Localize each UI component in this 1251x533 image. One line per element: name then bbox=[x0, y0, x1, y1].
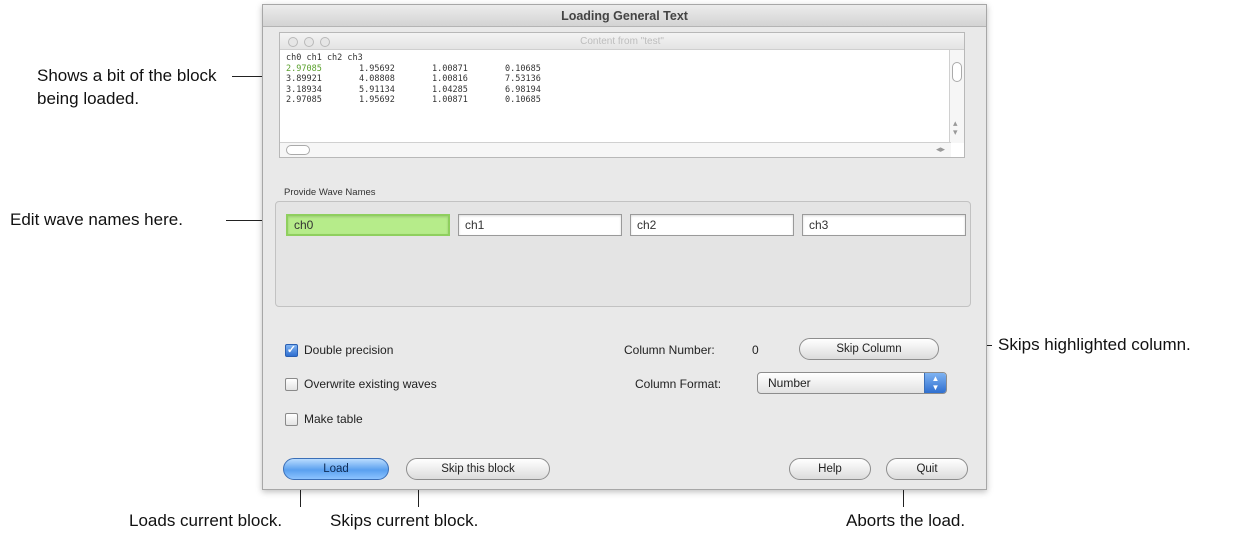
make-table-checkbox[interactable] bbox=[285, 413, 298, 426]
preview-cell: 2.97085 bbox=[286, 63, 322, 74]
double-precision-label: Double precision bbox=[304, 343, 394, 357]
preview-cell: 1.95692 bbox=[359, 95, 395, 105]
preview-cell: 1.95692 bbox=[359, 63, 395, 74]
column-number-value: 0 bbox=[752, 343, 759, 357]
minimize-icon[interactable] bbox=[304, 37, 314, 47]
zoom-icon[interactable] bbox=[320, 37, 330, 47]
preview-text: ch0 ch1 ch2 ch3 2.97085 1.95692 1.00871 … bbox=[286, 53, 936, 106]
preview-cell: 1.00816 bbox=[432, 74, 468, 84]
wave-name-field-3[interactable]: ch3 bbox=[802, 214, 966, 236]
preview-title: Content from "test" bbox=[280, 33, 964, 50]
annotation-preview-line1: Shows a bit of the block bbox=[37, 66, 217, 85]
preview-cell: 1.00871 bbox=[432, 95, 468, 105]
preview-cell: 7.53136 bbox=[505, 74, 541, 84]
double-precision-checkbox[interactable]: ✓ bbox=[285, 344, 298, 357]
vertical-scroll-thumb[interactable] bbox=[952, 62, 962, 82]
annotation-wave-names: Edit wave names here. bbox=[10, 210, 183, 229]
column-number-label: Column Number: bbox=[624, 343, 715, 357]
preview-cell: 5.91134 bbox=[359, 84, 395, 95]
preview-cell: 0.10685 bbox=[505, 63, 541, 74]
close-icon[interactable] bbox=[288, 37, 298, 47]
overwrite-waves-checkbox[interactable] bbox=[285, 378, 298, 391]
preview-row: 2.97085 1.95692 1.00871 0.10685 bbox=[286, 95, 936, 106]
preview-cell: 4.08808 bbox=[359, 74, 395, 84]
skip-this-block-button[interactable]: Skip this block bbox=[406, 458, 550, 480]
wave-name-field-2[interactable]: ch2 bbox=[630, 214, 794, 236]
horizontal-scroll-thumb[interactable] bbox=[286, 145, 310, 155]
preview-cell: 1.04285 bbox=[432, 84, 468, 95]
skip-column-button[interactable]: Skip Column bbox=[799, 338, 939, 360]
preview-cell: 3.89921 bbox=[286, 74, 322, 84]
column-format-value: Number bbox=[768, 376, 811, 390]
annotation-load: Loads current block. bbox=[129, 511, 283, 530]
help-button[interactable]: Help bbox=[789, 458, 871, 480]
preview-cell: 2.97085 bbox=[286, 95, 322, 105]
preview-row: 3.18934 5.91134 1.04285 6.98194 bbox=[286, 85, 936, 96]
overwrite-waves-label: Overwrite existing waves bbox=[304, 377, 437, 391]
preview-cell: 3.18934 bbox=[286, 84, 322, 95]
preview-cell: 0.10685 bbox=[505, 95, 541, 105]
annotation-preview-line2: being loaded. bbox=[37, 89, 140, 108]
preview-vertical-scrollbar[interactable]: ▴ ▾ bbox=[949, 50, 964, 143]
preview-cell: 1.00871 bbox=[432, 63, 468, 74]
wave-names-group: ch0 ch1 ch2 ch3 bbox=[275, 201, 971, 307]
dialog-title: Loading General Text bbox=[263, 5, 986, 27]
column-format-label: Column Format: bbox=[635, 377, 722, 391]
quit-button[interactable]: Quit bbox=[886, 458, 968, 480]
column-format-select[interactable]: Number ▲ ▼ bbox=[757, 372, 947, 394]
load-general-text-dialog: Loading General Text Content from "test"… bbox=[262, 4, 987, 490]
preview-cell: 6.98194 bbox=[505, 84, 541, 95]
wave-name-field-0[interactable]: ch0 bbox=[286, 214, 450, 236]
annotation-quit: Aborts the load. bbox=[846, 511, 966, 530]
load-button[interactable]: Load bbox=[283, 458, 389, 480]
wave-names-label: Provide Wave Names bbox=[284, 187, 376, 198]
preview-row: 3.89921 4.08808 1.00816 7.53136 bbox=[286, 74, 936, 85]
wave-name-field-1[interactable]: ch1 bbox=[458, 214, 622, 236]
chevron-updown-icon: ▲ ▼ bbox=[924, 373, 946, 393]
preview-header: ch0 ch1 ch2 ch3 bbox=[286, 53, 363, 63]
scroll-arrows-icon[interactable]: ◂▸ bbox=[936, 144, 945, 155]
annotation-skip-column: Skips highlighted column. bbox=[998, 335, 1191, 354]
annotation-skip-block: Skips current block. bbox=[330, 511, 479, 530]
preview-row: 2.97085 1.95692 1.00871 0.10685 bbox=[286, 64, 936, 75]
make-table-label: Make table bbox=[304, 412, 363, 426]
content-preview-window: Content from "test" ch0 ch1 ch2 ch3 2.97… bbox=[279, 32, 965, 158]
preview-horizontal-scrollbar[interactable]: ◂▸ bbox=[280, 142, 951, 157]
scroll-arrows-icon[interactable]: ▴ ▾ bbox=[953, 119, 958, 137]
